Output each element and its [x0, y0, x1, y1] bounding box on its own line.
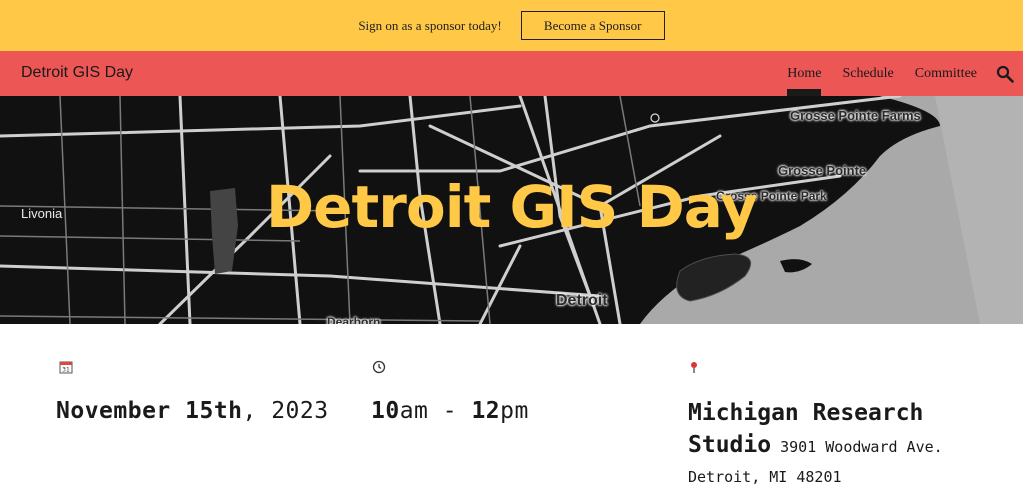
map-pin-icon — [691, 362, 697, 373]
calendar-icon: 31 — [59, 361, 73, 374]
hero-banner: Grosse Pointe Farms Grosse Pointe Grosse… — [0, 96, 1023, 324]
event-date-year: , 2023 — [242, 398, 329, 424]
announcement-text: Sign on as a sponsor today! — [358, 17, 502, 33]
announcement-bar: Sign on as a sponsor today! Become a Spo… — [0, 0, 1023, 51]
map-label-grosse-pointe-farms: Grosse Pointe Farms — [790, 108, 921, 123]
nav-link-schedule[interactable]: Schedule — [842, 51, 893, 96]
nav-links: Home Schedule Committee — [766, 51, 977, 96]
nav-link-committee[interactable]: Committee — [915, 51, 977, 96]
event-date: November 15th, 2023 — [56, 398, 329, 424]
search-icon[interactable] — [996, 65, 1014, 83]
event-time-end: 12 — [471, 398, 501, 424]
map-label-detroit: Detroit — [556, 292, 608, 309]
event-time: 10am - 12pm — [371, 398, 529, 424]
event-time-start-suffix: am - — [399, 398, 472, 424]
hero-title: Detroit GIS Day — [266, 173, 758, 241]
event-time-start: 10 — [371, 398, 400, 424]
clock-icon — [372, 360, 386, 374]
become-sponsor-button[interactable]: Become a Sponsor — [520, 11, 665, 40]
nav-bar: Detroit GIS Day Home Schedule Committee — [0, 51, 1023, 96]
map-label-dearborn: Dearborn — [327, 315, 381, 324]
event-time-end-suffix: pm — [500, 398, 529, 424]
nav-link-home[interactable]: Home — [787, 51, 822, 96]
svg-text:31: 31 — [62, 367, 70, 374]
event-date-bold: November 15th — [56, 398, 243, 424]
site-title[interactable]: Detroit GIS Day — [21, 64, 133, 82]
event-venue: Michigan Research Studio 3901 Woodward A… — [688, 398, 1008, 489]
